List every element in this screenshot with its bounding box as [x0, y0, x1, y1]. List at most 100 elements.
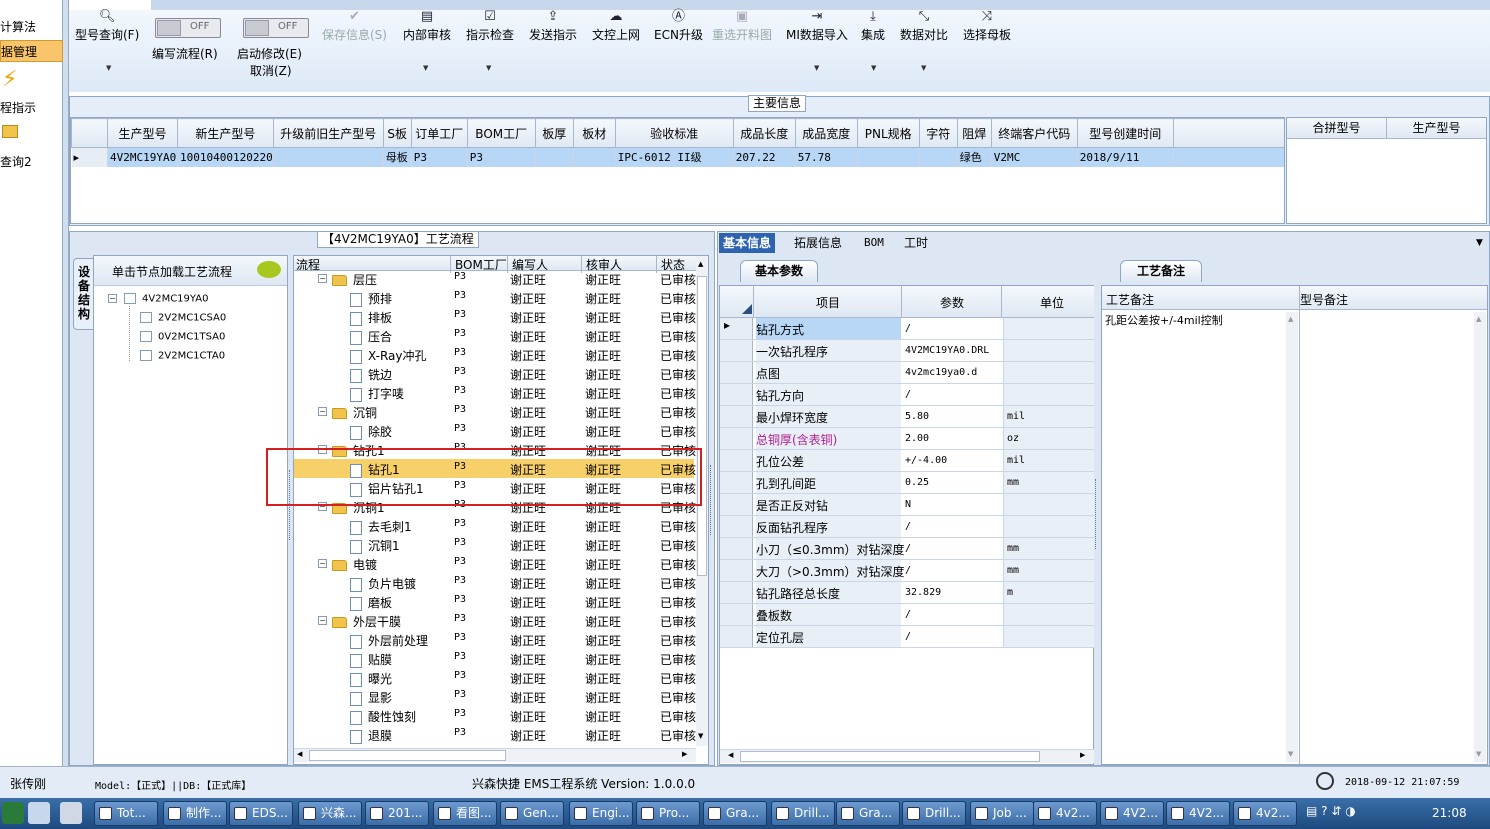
scroll-right-icon[interactable]: ▶ — [1080, 751, 1085, 759]
param-row[interactable]: 一次钻孔程序 4V2MC19YA0.DRL — [720, 340, 1094, 362]
tab-bom[interactable]: BOM — [860, 233, 888, 253]
flow-row[interactable]: − 电镀 P3 谢正旺 谢正旺 已审核 — [294, 554, 696, 573]
scroll-left-icon[interactable]: ◀ — [728, 751, 733, 759]
main-col-header[interactable]: 成品宽度 — [794, 118, 858, 148]
chevron-down-icon[interactable]: ▼ — [921, 64, 926, 72]
doc-control-upload-button[interactable]: ☁ 文控上网 — [592, 8, 640, 43]
param-value[interactable]: 5.80 — [905, 411, 929, 422]
tree-child-node[interactable]: 2V2MC1CSA0 — [140, 312, 226, 324]
chevron-down-icon[interactable]: ▼ — [106, 64, 111, 72]
mi-data-import-button[interactable]: ⇥ MI数据导入 — [786, 8, 848, 43]
splitter-handle[interactable] — [710, 465, 715, 535]
flow-row[interactable]: 外层前处理 P3 谢正旺 谢正旺 已审核 — [294, 630, 696, 649]
flow-row[interactable]: 酸性蚀刻 P3 谢正旺 谢正旺 已审核 — [294, 706, 696, 725]
row-selector[interactable]: ▸ — [720, 318, 753, 339]
taskbar-item[interactable]: 制作... — [163, 801, 227, 826]
scroll-down-icon[interactable]: ▼ — [1288, 750, 1293, 758]
param-value[interactable]: 0.25 — [905, 477, 929, 488]
collapse-icon[interactable]: − — [108, 294, 117, 303]
flow-row[interactable]: 退膜 P3 谢正旺 谢正旺 已审核 — [294, 725, 696, 744]
process-remark-text[interactable]: 孔距公差按+/-4mil控制 — [1105, 312, 1223, 328]
col-header-param[interactable]: 参数 — [940, 294, 964, 311]
param-row[interactable]: 点图 4v2mc19ya0.d — [720, 362, 1094, 384]
integrate-button[interactable]: ⤓ 集成 — [861, 8, 885, 43]
chevron-down-icon[interactable]: ▼ — [486, 64, 491, 72]
main-col-header[interactable]: 订单工厂 — [410, 118, 468, 148]
row-selector[interactable] — [720, 428, 753, 449]
scroll-right-icon[interactable]: ▶ — [682, 750, 687, 758]
col-header-item[interactable]: 项目 — [816, 294, 840, 311]
param-row[interactable]: 反面钻孔程序 / — [720, 516, 1094, 538]
param-value[interactable]: 4V2MC19YA0.DRL — [905, 345, 989, 356]
param-row[interactable]: 大刀（>0.3mm）对钻深度 / mm — [720, 560, 1094, 582]
checkbox[interactable] — [124, 293, 136, 304]
main-cell[interactable]: 57.78 — [795, 147, 858, 167]
param-row[interactable]: 孔到孔间距 0.25 mm — [720, 472, 1094, 494]
param-row[interactable]: ▸ 钻孔方式 / — [720, 318, 1094, 340]
row-selector[interactable] — [720, 538, 753, 559]
collapse-icon[interactable]: − — [318, 274, 327, 283]
param-value[interactable]: 2.00 — [905, 433, 929, 444]
param-value[interactable]: N — [905, 499, 911, 510]
flow-row[interactable]: X-Ray冲孔 P3 谢正旺 谢正旺 已审核 — [294, 345, 696, 364]
excel-icon[interactable] — [2, 802, 24, 824]
nav-item-data-management[interactable]: 据管理 — [0, 40, 63, 62]
row-selector[interactable] — [720, 340, 753, 361]
flow-row[interactable]: 去毛刺1 P3 谢正旺 谢正旺 已审核 — [294, 516, 696, 535]
flow-row[interactable]: − 层压 P3 谢正旺 谢正旺 已审核 — [294, 269, 696, 288]
param-value[interactable]: / — [905, 543, 911, 554]
main-cell[interactable] — [919, 147, 958, 167]
taskbar-clock[interactable]: 21:08 — [1432, 806, 1467, 820]
flow-row[interactable]: 除胶 P3 谢正旺 谢正旺 已审核 — [294, 421, 696, 440]
flow-row[interactable]: 铣边 P3 谢正旺 谢正旺 已审核 — [294, 364, 696, 383]
param-value[interactable]: 32.829 — [905, 587, 941, 598]
main-cell[interactable]: 4V2MC19YA0 — [107, 147, 178, 167]
param-row[interactable]: 最小焊环宽度 5.80 mil — [720, 406, 1094, 428]
main-cell[interactable]: 母板 — [383, 147, 412, 167]
row-selector[interactable] — [720, 362, 753, 383]
taskbar-item[interactable]: Drill... — [902, 801, 966, 826]
scroll-up-icon[interactable]: ▲ — [698, 260, 703, 268]
row-selector[interactable] — [720, 450, 753, 471]
splitter-handle[interactable] — [1095, 479, 1100, 549]
row-selector[interactable] — [720, 406, 753, 427]
row-selector[interactable] — [720, 604, 753, 625]
nav-item-algorithm[interactable]: 计算法 — [0, 16, 63, 38]
flow-row[interactable]: 排板 P3 谢正旺 谢正旺 已审核 — [294, 307, 696, 326]
param-value[interactable]: / — [905, 323, 911, 334]
taskbar-item[interactable]: 兴森... — [298, 801, 362, 826]
model-query-button[interactable]: 🔍︎ 型号查询(F) — [75, 8, 139, 43]
params-horizontal-scrollbar[interactable]: ◀ ▶ — [720, 749, 1094, 763]
scroll-down-icon[interactable]: ▼ — [698, 732, 703, 740]
main-col-header[interactable]: 成品长度 — [732, 118, 796, 148]
checkbox[interactable] — [140, 312, 152, 323]
param-row[interactable]: 叠板数 / — [720, 604, 1094, 626]
chevron-down-icon[interactable]: ▼ — [1476, 238, 1483, 248]
taskbar-item[interactable]: 201... — [365, 801, 429, 826]
nav-item-query2[interactable]: 查询2 — [0, 151, 63, 173]
model-remark-scrollbar[interactable]: ▲ ▼ — [1474, 312, 1486, 762]
ecn-upgrade-button[interactable]: Ⓐ ECN升级 — [654, 8, 703, 43]
tab-basic-info[interactable]: 基本信息 — [719, 233, 776, 253]
main-col-header[interactable]: PNL规格 — [856, 118, 920, 148]
app-icon[interactable] — [60, 802, 82, 824]
send-instruction-button[interactable]: ⇪ 发送指示 — [529, 8, 577, 43]
param-value[interactable]: 4v2mc19ya0.d — [905, 367, 977, 378]
param-value[interactable]: / — [905, 521, 911, 532]
param-value[interactable]: / — [905, 609, 911, 620]
param-row[interactable]: 孔位公差 +/-4.00 mil — [720, 450, 1094, 472]
main-cell[interactable]: 2018/9/11 — [1077, 147, 1174, 167]
flow-row[interactable]: − 外层干膜 P3 谢正旺 谢正旺 已审核 — [294, 611, 696, 630]
row-selector[interactable] — [720, 472, 753, 493]
param-row[interactable]: 总铜厚(含表铜) 2.00 oz — [720, 428, 1094, 450]
main-cell[interactable]: 207.22 — [733, 147, 796, 167]
main-col-header[interactable]: 字符 — [918, 118, 958, 148]
tab-work-hours[interactable]: 工时 — [900, 233, 932, 253]
main-col-header[interactable]: 型号创建时间 — [1076, 118, 1174, 148]
tab-process-remark[interactable]: 工艺备注 — [1120, 260, 1202, 282]
taskbar-item[interactable]: Drill... — [771, 801, 835, 826]
taskbar-item[interactable]: Tot... — [94, 801, 158, 826]
splitter-handle[interactable] — [289, 470, 293, 540]
tree-root-node[interactable]: − 4V2MC19YA0 — [108, 293, 208, 305]
main-cell[interactable]: P3 — [467, 147, 536, 167]
